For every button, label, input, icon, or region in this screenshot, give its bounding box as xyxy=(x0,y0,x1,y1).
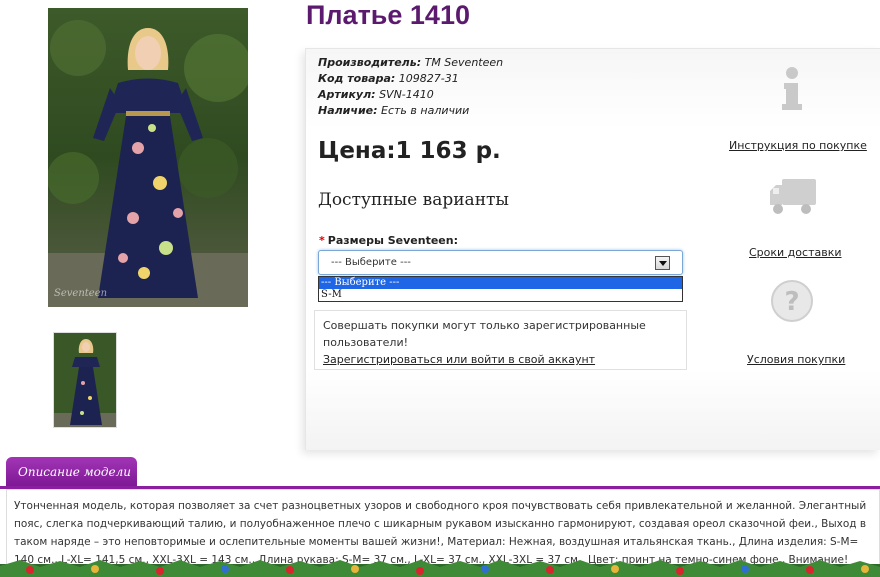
required-mark: * xyxy=(319,234,325,247)
stock-row: Наличие: Есть в наличии xyxy=(318,103,503,119)
manufacturer-label: Производитель: xyxy=(318,56,422,69)
sku-value: SVN-1410 xyxy=(379,88,434,101)
login-notice: Совершать покупки могут только зарегистр… xyxy=(314,310,687,370)
product-price: Цена:1 163 р. xyxy=(318,138,501,164)
size-select-value: --- Выберите --- xyxy=(331,257,411,268)
register-login-link[interactable]: Зарегистрироваться или войти в свой акка… xyxy=(323,351,678,368)
truck-icon[interactable] xyxy=(768,177,818,217)
question-icon[interactable]: ? xyxy=(770,279,814,323)
stock-label: Наличие: xyxy=(318,104,378,117)
size-dropdown-list: --- Выберите --- S-M xyxy=(318,276,683,302)
product-code-row: Код товара: 109827-31 xyxy=(318,71,503,87)
christmas-garland-decoration xyxy=(0,558,880,577)
product-code-value: 109827-31 xyxy=(398,72,459,85)
sku-row: Артикул: SVN-1410 xyxy=(318,87,503,103)
info-icon[interactable] xyxy=(780,66,804,110)
manufacturer-value: TM Seventeen xyxy=(424,56,504,69)
purchase-instructions-link[interactable]: Инструкция по покупке xyxy=(729,139,867,152)
manufacturer-row: Производитель: TM Seventeen xyxy=(318,55,503,71)
delivery-time-link[interactable]: Сроки доставки xyxy=(749,246,842,259)
stock-value: Есть в наличии xyxy=(381,104,470,117)
size-select[interactable]: --- Выберите --- xyxy=(318,250,683,275)
purchase-terms-link[interactable]: Условия покупки xyxy=(747,353,845,366)
size-select-label: * Размеры Seventeen: xyxy=(319,234,458,247)
size-option-s-m[interactable]: S-M xyxy=(319,289,682,301)
size-select-label-text: Размеры Seventeen: xyxy=(327,234,458,247)
watermark-text: Seventeen xyxy=(54,288,108,299)
product-main-image[interactable]: Seventeen xyxy=(48,8,248,307)
available-options-heading: Доступные варианты xyxy=(318,190,509,210)
tab-description[interactable]: Описание модели xyxy=(6,457,137,488)
sku-label: Артикул: xyxy=(318,88,376,101)
login-notice-text: Совершать покупки могут только зарегистр… xyxy=(323,319,646,349)
product-code-label: Код товара: xyxy=(318,72,396,85)
svg-text:?: ? xyxy=(784,287,799,317)
product-thumbnail[interactable] xyxy=(53,332,117,428)
size-option-placeholder[interactable]: --- Выберите --- xyxy=(319,277,682,289)
product-title: Платье 1410 xyxy=(306,0,470,30)
chevron-down-icon[interactable] xyxy=(655,256,670,270)
product-meta: Производитель: TM Seventeen Код товара: … xyxy=(318,55,503,119)
